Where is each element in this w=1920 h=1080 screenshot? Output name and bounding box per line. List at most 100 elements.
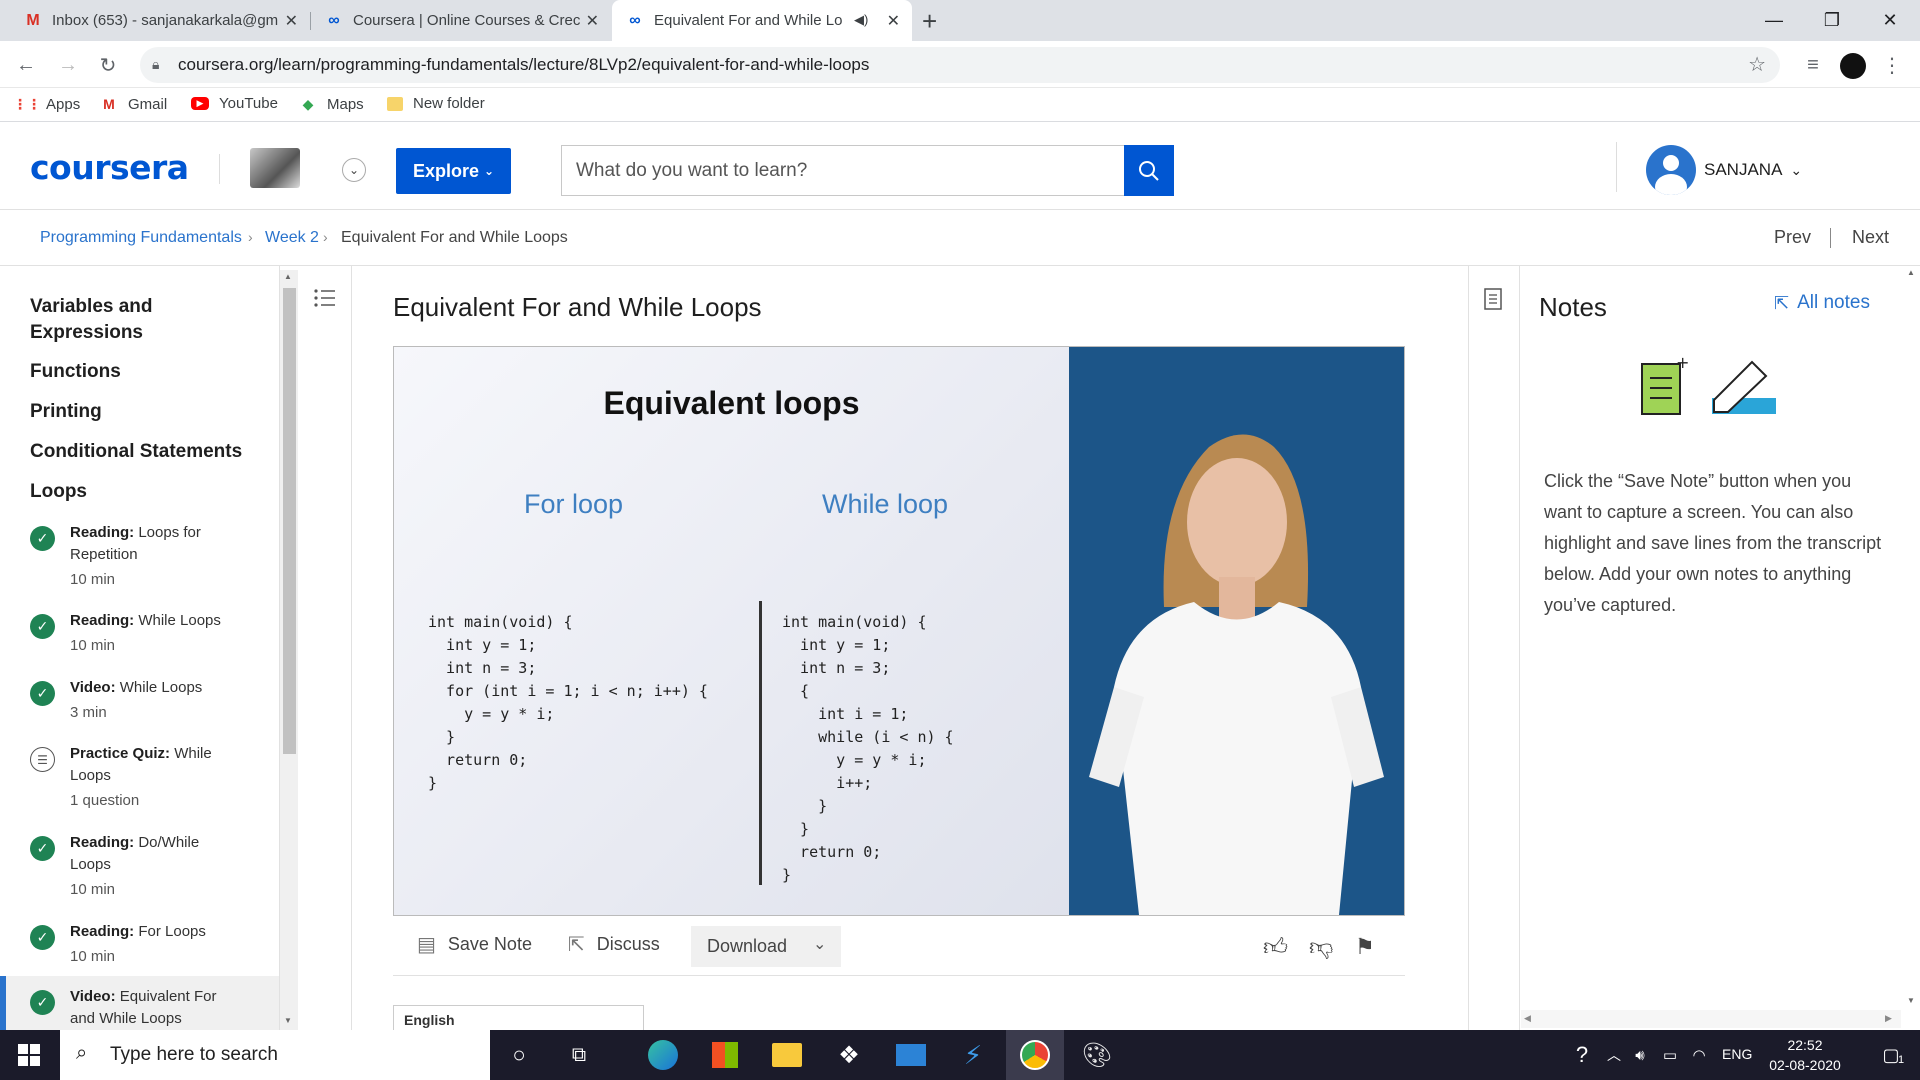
edge-icon[interactable] xyxy=(634,1030,692,1080)
explore-label: Explore xyxy=(412,160,479,181)
video-player[interactable]: Equivalent loops For loop While loop int… xyxy=(393,346,1405,916)
minimize-icon[interactable]: — xyxy=(1745,0,1803,41)
scroll-up-icon[interactable]: ▲ xyxy=(1907,268,1915,277)
module-variables[interactable]: Variables and Expressions xyxy=(30,294,230,346)
profile-avatar-icon[interactable] xyxy=(1840,53,1866,79)
bookmark-maps[interactable]: ◆ Maps xyxy=(299,95,364,113)
prev-link[interactable]: Prev xyxy=(1774,227,1811,248)
item-title: While Loops xyxy=(119,679,203,696)
breadcrumb-separator-icon: › xyxy=(248,229,253,245)
tab-coursera[interactable]: ∞ Coursera | Online Courses & Crec ✕ xyxy=(311,0,611,41)
bookmark-label: YouTube xyxy=(219,95,278,112)
tab-title: Equivalent For and While Lo xyxy=(654,12,843,29)
scroll-down-icon[interactable]: ▼ xyxy=(284,1016,292,1025)
system-clock[interactable]: 22:52 02-08-2020 xyxy=(1760,1035,1850,1075)
coursera-logo[interactable]: coursera xyxy=(30,148,189,187)
chrome-icon[interactable] xyxy=(1006,1030,1064,1080)
gmail-icon: M xyxy=(103,96,115,112)
save-note-button[interactable]: ▤ Save Note xyxy=(417,932,532,957)
search-button[interactable] xyxy=(1124,145,1174,196)
back-icon[interactable]: ← xyxy=(12,51,40,79)
item-duration: 1 question xyxy=(70,792,140,809)
cortana-icon[interactable]: ○ xyxy=(490,1030,548,1080)
notes-document-icon[interactable] xyxy=(1484,288,1502,310)
bookmark-star-icon[interactable]: ☆ xyxy=(1748,52,1766,77)
search-input[interactable]: What do you want to learn? xyxy=(561,145,1125,196)
folder-icon xyxy=(387,96,403,111)
sidebar-scrollbar-thumb[interactable] xyxy=(283,288,296,754)
scroll-up-icon[interactable]: ▲ xyxy=(284,272,292,281)
item-type: Practice Quiz: xyxy=(70,745,171,762)
user-menu[interactable]: SANJANA ⌄ xyxy=(1646,145,1802,195)
notification-icon[interactable]: ▢ 1 xyxy=(1862,1030,1920,1080)
bookmark-label: Gmail xyxy=(128,95,168,113)
next-link[interactable]: Next xyxy=(1852,227,1889,248)
mail-icon[interactable] xyxy=(882,1030,940,1080)
dislike-icon[interactable]: 👎︎ xyxy=(1309,934,1333,962)
scroll-down-icon[interactable]: ▼ xyxy=(1907,996,1915,1005)
tab-gmail[interactable]: M Inbox (653) - sanjanakarkala@gm ✕ xyxy=(10,0,310,41)
visual-studio-icon[interactable]: ⚡ xyxy=(944,1030,1002,1080)
item-duration: 10 min xyxy=(70,571,116,588)
breadcrumb-lecture: Equivalent For and While Loops xyxy=(341,229,568,246)
close-tab-icon[interactable]: ✕ xyxy=(887,11,900,31)
notes-horizontal-scrollbar[interactable]: ◀ ▶ xyxy=(1521,1010,1901,1028)
language-indicator[interactable]: ENG xyxy=(1722,1046,1752,1062)
new-tab-icon[interactable]: + xyxy=(922,6,937,37)
page-scrollbar[interactable]: ▲ ▼ xyxy=(1902,266,1920,1016)
bookmark-apps[interactable]: ⋮⋮ Apps xyxy=(13,95,80,113)
store-icon[interactable] xyxy=(696,1030,754,1080)
item-type: Reading: xyxy=(70,612,135,629)
task-view-icon[interactable]: ⧉ xyxy=(550,1030,608,1080)
reload-icon[interactable]: ↻ xyxy=(94,51,122,79)
close-tab-icon[interactable]: ✕ xyxy=(586,11,599,31)
discuss-button[interactable]: ⇱ Discuss xyxy=(568,932,660,957)
url-field[interactable]: 🔒︎ coursera.org/learn/programming-fundam… xyxy=(140,47,1780,83)
checkmark-icon: ✓ xyxy=(30,925,55,950)
module-conditionals[interactable]: Conditional Statements xyxy=(30,439,242,465)
coursera-icon: ∞ xyxy=(629,11,641,29)
all-notes-link[interactable]: ⇱ All notes xyxy=(1774,292,1870,314)
like-icon[interactable]: 👍︎ xyxy=(1263,934,1288,962)
download-dropdown[interactable]: Download ⌄ xyxy=(691,926,841,967)
course-switcher-chevron-icon[interactable]: ⌄ xyxy=(342,158,366,182)
bookmark-youtube[interactable]: ▶ YouTube xyxy=(191,95,278,112)
maps-icon: ◆ xyxy=(302,95,314,112)
windows-start-icon[interactable] xyxy=(0,1030,58,1080)
media-control-icon[interactable]: ≡ xyxy=(1799,51,1827,79)
scroll-right-icon[interactable]: ▶ xyxy=(1885,1013,1892,1024)
paint-icon[interactable]: 🎨︎ xyxy=(1068,1030,1126,1080)
item-type: Reading: xyxy=(70,923,135,940)
course-thumbnail[interactable] xyxy=(250,148,300,188)
item-type: Video: xyxy=(70,679,116,696)
lock-icon: 🔒︎ xyxy=(152,56,160,72)
module-loops[interactable]: Loops xyxy=(30,479,87,505)
file-explorer-icon[interactable] xyxy=(758,1030,816,1080)
breadcrumb-course[interactable]: Programming Fundamentals xyxy=(40,229,242,247)
close-tab-icon[interactable]: ✕ xyxy=(285,11,298,31)
list-outline-icon[interactable] xyxy=(314,288,336,308)
breadcrumb-week[interactable]: Week 2 xyxy=(265,229,319,247)
restore-icon[interactable]: ❐ xyxy=(1803,0,1861,41)
module-functions[interactable]: Functions xyxy=(30,359,121,385)
taskbar-search-input[interactable]: ⌕ Type here to search xyxy=(60,1030,490,1080)
slide-for-code: int main(void) { int y = 1; int n = 3; f… xyxy=(428,613,708,792)
clock-date: 02-08-2020 xyxy=(1769,1057,1841,1073)
save-note-label: Save Note xyxy=(447,934,532,954)
bookmark-label: New folder xyxy=(413,95,485,112)
dropbox-icon[interactable]: ❖ xyxy=(820,1030,878,1080)
wifi-icon[interactable]: ◠ xyxy=(1670,1030,1728,1080)
menu-dots-icon[interactable]: ⋮ xyxy=(1878,51,1906,79)
windows-taskbar: ⌕ Type here to search ○ ⧉ ❖ ⚡ 🎨︎ ? ︿ 🔊︎ … xyxy=(0,1030,1920,1080)
breadcrumb: Programming Fundamentals › Week 2 › Equi… xyxy=(0,210,1920,266)
close-window-icon[interactable]: ✕ xyxy=(1861,0,1919,41)
forward-icon[interactable]: → xyxy=(54,51,82,79)
tab-lecture-active[interactable]: ∞ Equivalent For and While Lo ◀) ✕ xyxy=(612,0,912,41)
scroll-left-icon[interactable]: ◀ xyxy=(1524,1013,1531,1024)
explore-button[interactable]: Explore ⌄ xyxy=(396,148,511,194)
module-printing[interactable]: Printing xyxy=(30,399,102,425)
flag-icon[interactable]: ⚑ xyxy=(1355,934,1375,960)
bookmark-new-folder[interactable]: New folder xyxy=(387,95,485,112)
audio-playing-icon[interactable]: ◀) xyxy=(854,12,868,28)
bookmark-gmail[interactable]: M Gmail xyxy=(100,95,167,113)
